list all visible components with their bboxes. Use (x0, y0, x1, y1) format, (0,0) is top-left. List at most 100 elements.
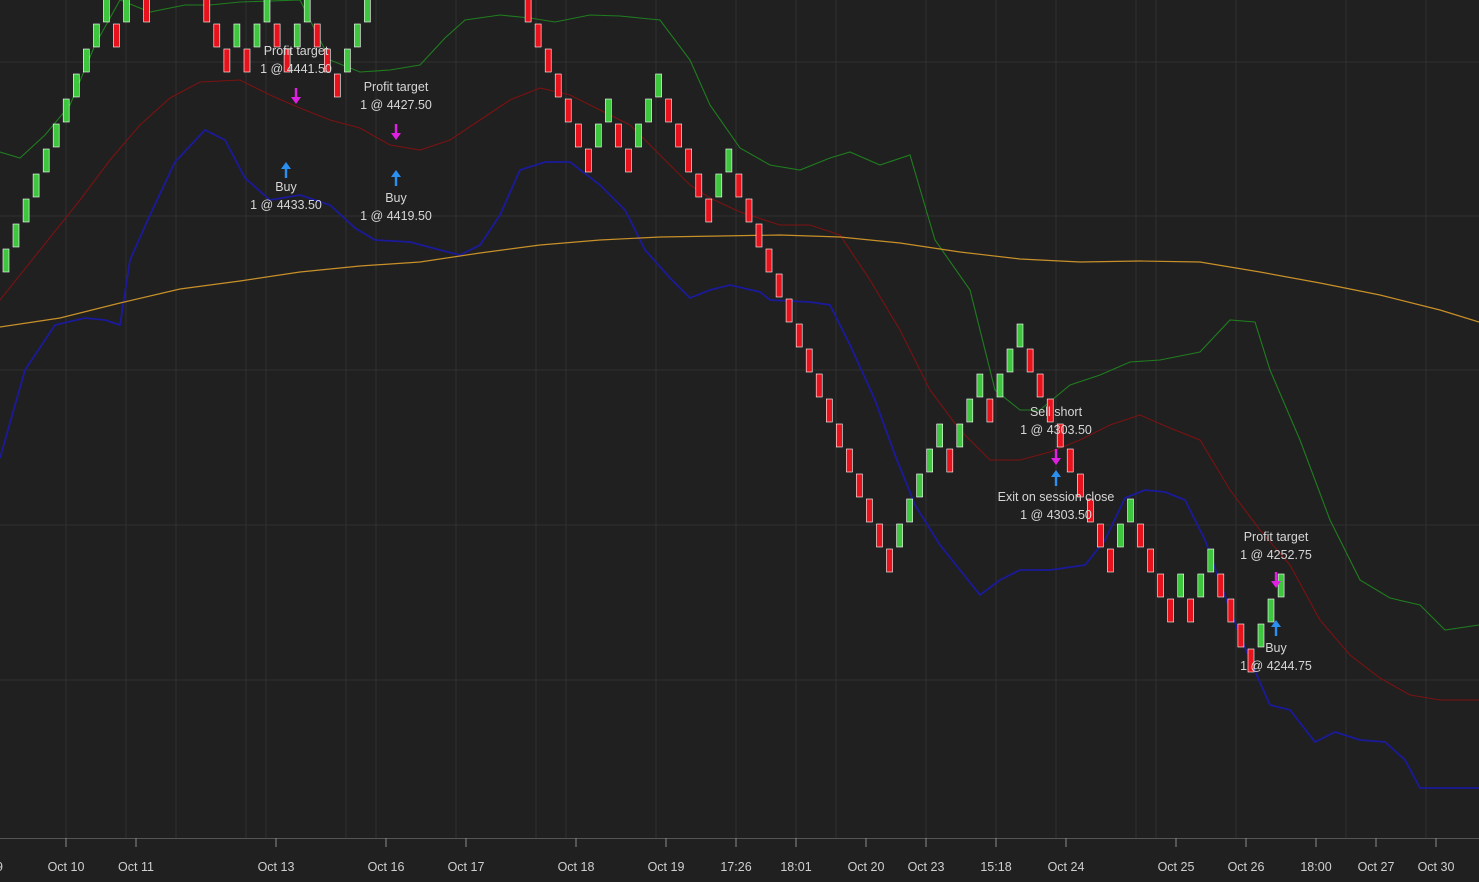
renko-brick (203, 0, 211, 23)
renko-brick (886, 548, 893, 573)
trade-detail: 1 @ 4252.75 (1240, 548, 1312, 562)
renko-brick (52, 123, 60, 148)
renko-brick (725, 148, 733, 173)
x-tick-label: 17:26 (720, 860, 751, 874)
renko-brick (896, 523, 903, 548)
renko-brick (996, 373, 1004, 398)
renko-brick (645, 98, 652, 123)
renko-brick (564, 98, 572, 123)
trade-detail: 1 @ 4244.75 (1240, 659, 1312, 673)
renko-brick (825, 398, 833, 423)
x-tick-label: Oct 25 (1158, 860, 1195, 874)
renko-brick (1207, 548, 1215, 573)
renko-brick (584, 148, 592, 173)
renko-brick (615, 123, 622, 148)
renko-brick (42, 148, 50, 173)
renko-brick (1137, 523, 1144, 548)
renko-brick (1267, 598, 1275, 623)
renko-brick (1026, 348, 1034, 373)
plot-background (0, 0, 1479, 882)
renko-brick (625, 148, 632, 173)
x-tick-label: Oct 10 (48, 860, 85, 874)
renko-brick (595, 123, 602, 148)
trade-detail: 1 @ 4441.50 (260, 62, 332, 76)
renko-brick (805, 348, 813, 373)
renko-brick (1227, 598, 1235, 623)
x-tick-label: Oct 11 (118, 860, 154, 874)
trade-label: Profit target (364, 80, 429, 94)
renko-brick (695, 173, 703, 198)
renko-brick (755, 223, 763, 248)
x-tick-label: Oct 16 (368, 860, 405, 874)
renko-brick (966, 398, 974, 423)
renko-brick (1217, 573, 1225, 598)
renko-brick (1167, 598, 1174, 623)
trade-detail: 1 @ 4419.50 (360, 209, 432, 223)
chart-svg: Oct 10 Oct 11 Oct 13 Oct 16 Oct 17 Oct 18 Oct … (0, 0, 1479, 882)
x-tick-label: Oct 26 (1228, 860, 1265, 874)
renko-brick (986, 398, 994, 423)
renko-brick (1097, 523, 1104, 548)
trade-label: Sell short (1030, 405, 1083, 419)
renko-brick (856, 473, 863, 498)
renko-brick (735, 173, 743, 198)
renko-brick (143, 0, 150, 23)
renko-brick (83, 48, 90, 73)
renko-brick (62, 98, 70, 123)
renko-brick (364, 0, 371, 23)
renko-brick (213, 23, 221, 48)
x-tick-label: Oct 18 (558, 860, 595, 874)
renko-chart[interactable]: Oct 10 Oct 11 Oct 13 Oct 16 Oct 17 Oct 18 Oct … (0, 0, 1479, 882)
renko-brick (906, 498, 913, 523)
renko-brick (223, 48, 231, 73)
renko-brick (113, 23, 120, 48)
renko-brick (1147, 548, 1154, 573)
renko-brick (1036, 373, 1044, 398)
renko-brick (785, 298, 793, 323)
renko-brick (544, 48, 552, 73)
renko-brick (876, 523, 883, 548)
renko-brick (715, 173, 723, 198)
renko-brick (866, 498, 873, 523)
renko-brick (846, 448, 853, 473)
renko-brick (1157, 573, 1164, 598)
trade-label: Buy (275, 180, 297, 194)
renko-brick (253, 23, 261, 48)
renko-brick (233, 23, 241, 48)
trade-detail: 1 @ 4303.50 (1020, 423, 1092, 437)
renko-brick (745, 198, 753, 223)
renko-brick (675, 123, 683, 148)
renko-brick (1197, 573, 1205, 598)
renko-brick (574, 123, 582, 148)
renko-brick (956, 423, 964, 448)
renko-brick (524, 0, 532, 23)
renko-brick (354, 23, 361, 48)
trade-detail: 1 @ 4303.50 (1020, 508, 1092, 522)
renko-brick (1277, 573, 1285, 598)
renko-brick (534, 23, 542, 48)
renko-brick (1187, 598, 1194, 623)
x-tick-label: Oct 17 (448, 860, 485, 874)
renko-brick (32, 173, 40, 198)
renko-brick (1127, 498, 1134, 523)
renko-brick (795, 323, 803, 348)
x-tick-label: Oct 27 (1358, 860, 1395, 874)
renko-brick (1237, 623, 1245, 648)
renko-brick (765, 248, 773, 273)
trade-label: Buy (1265, 641, 1287, 655)
x-tick-label: Oct 19 (648, 860, 685, 874)
x-tick-label: Oct 24 (1048, 860, 1085, 874)
renko-brick (22, 198, 30, 223)
renko-brick (554, 73, 562, 98)
renko-brick (685, 148, 693, 173)
renko-brick (1006, 348, 1014, 373)
x-tick-label: Oct 30 (1418, 860, 1455, 874)
renko-brick (976, 373, 984, 398)
renko-brick (344, 48, 351, 73)
trade-detail: 1 @ 4433.50 (250, 198, 322, 212)
trade-label: Buy (385, 191, 407, 205)
renko-brick (926, 448, 934, 473)
renko-brick (1016, 323, 1024, 348)
renko-brick (123, 0, 130, 23)
renko-brick (635, 123, 642, 148)
